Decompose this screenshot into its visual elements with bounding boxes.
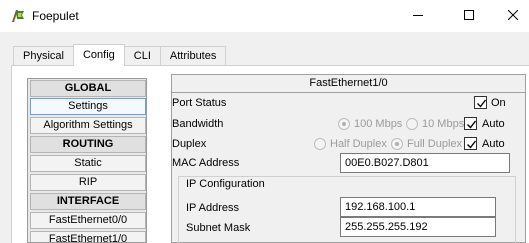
duplex-full-label: Full Duplex [407, 138, 463, 150]
checkmark-icon [467, 140, 477, 149]
nav-item-settings[interactable]: Settings [30, 98, 146, 115]
duplex-half-radio[interactable] [314, 138, 326, 150]
bandwidth-100-radio[interactable] [338, 118, 350, 130]
checkmark-icon [477, 99, 487, 108]
window-title: Foepulet [32, 9, 79, 23]
checkmark-icon [467, 120, 477, 129]
port-status-on-label: On [491, 97, 506, 109]
title-bar: Foepulet [0, 0, 529, 32]
nav-header-interface: INTERFACE [30, 193, 146, 210]
bandwidth-auto-checkbox[interactable] [464, 117, 477, 130]
maximize-button[interactable] [446, 0, 492, 32]
close-icon [507, 9, 519, 23]
bandwidth-100-label: 100 Mbps [354, 118, 403, 130]
panel-header: FastEthernet1/0 [172, 75, 525, 93]
duplex-half-label: Half Duplex [330, 138, 387, 150]
duplex-label: Duplex [172, 138, 207, 150]
port-status-label: Port Status [172, 97, 227, 109]
ip-configuration-title: IP Configuration [186, 178, 265, 190]
nav-item-fastethernet0-0[interactable]: FastEthernet0/0 [30, 212, 146, 229]
nav-item-static[interactable]: Static [30, 155, 146, 172]
nav-item-fastethernet1-0[interactable]: FastEthernet1/0 [30, 231, 146, 242]
config-nav-list[interactable]: GLOBAL Settings Algorithm Settings ROUTI… [27, 78, 147, 243]
packet-tracer-icon [10, 8, 26, 24]
tab-attributes[interactable]: Attributes [159, 46, 227, 66]
ip-address-input[interactable]: 192.168.100.1 [340, 197, 496, 217]
duplex-full-radio[interactable] [391, 138, 403, 150]
duplex-auto-label: Auto [482, 138, 505, 150]
bandwidth-label: Bandwidth [172, 118, 224, 130]
close-button[interactable] [497, 0, 529, 32]
bandwidth-10-radio[interactable] [406, 118, 418, 130]
duplex-auto-checkbox[interactable] [464, 137, 477, 150]
minimize-icon [413, 10, 423, 23]
nav-item-algorithm-settings[interactable]: Algorithm Settings [30, 117, 146, 134]
nav-item-rip[interactable]: RIP [30, 174, 146, 191]
ip-address-label: IP Address [186, 202, 239, 214]
nav-header-routing: ROUTING [30, 136, 146, 153]
maximize-icon [464, 9, 474, 23]
bandwidth-10-label: 10 Mbps [422, 118, 465, 130]
tab-cli[interactable]: CLI [123, 46, 161, 66]
subnet-mask-label: Subnet Mask [186, 222, 251, 234]
minimize-button[interactable] [395, 0, 441, 32]
bandwidth-auto-label: Auto [482, 118, 505, 130]
tab-config[interactable]: Config [72, 44, 125, 66]
mac-address-input[interactable]: 00E0.B027.D801 [340, 153, 510, 173]
nav-header-global: GLOBAL [30, 80, 146, 97]
tab-physical[interactable]: Physical [13, 46, 74, 66]
tab-strip: Physical Config CLI Attributes [13, 44, 227, 66]
subnet-mask-input[interactable]: 255.255.255.192 [340, 217, 496, 237]
port-status-checkbox[interactable] [474, 96, 487, 109]
mac-address-label: MAC Address [172, 157, 240, 169]
